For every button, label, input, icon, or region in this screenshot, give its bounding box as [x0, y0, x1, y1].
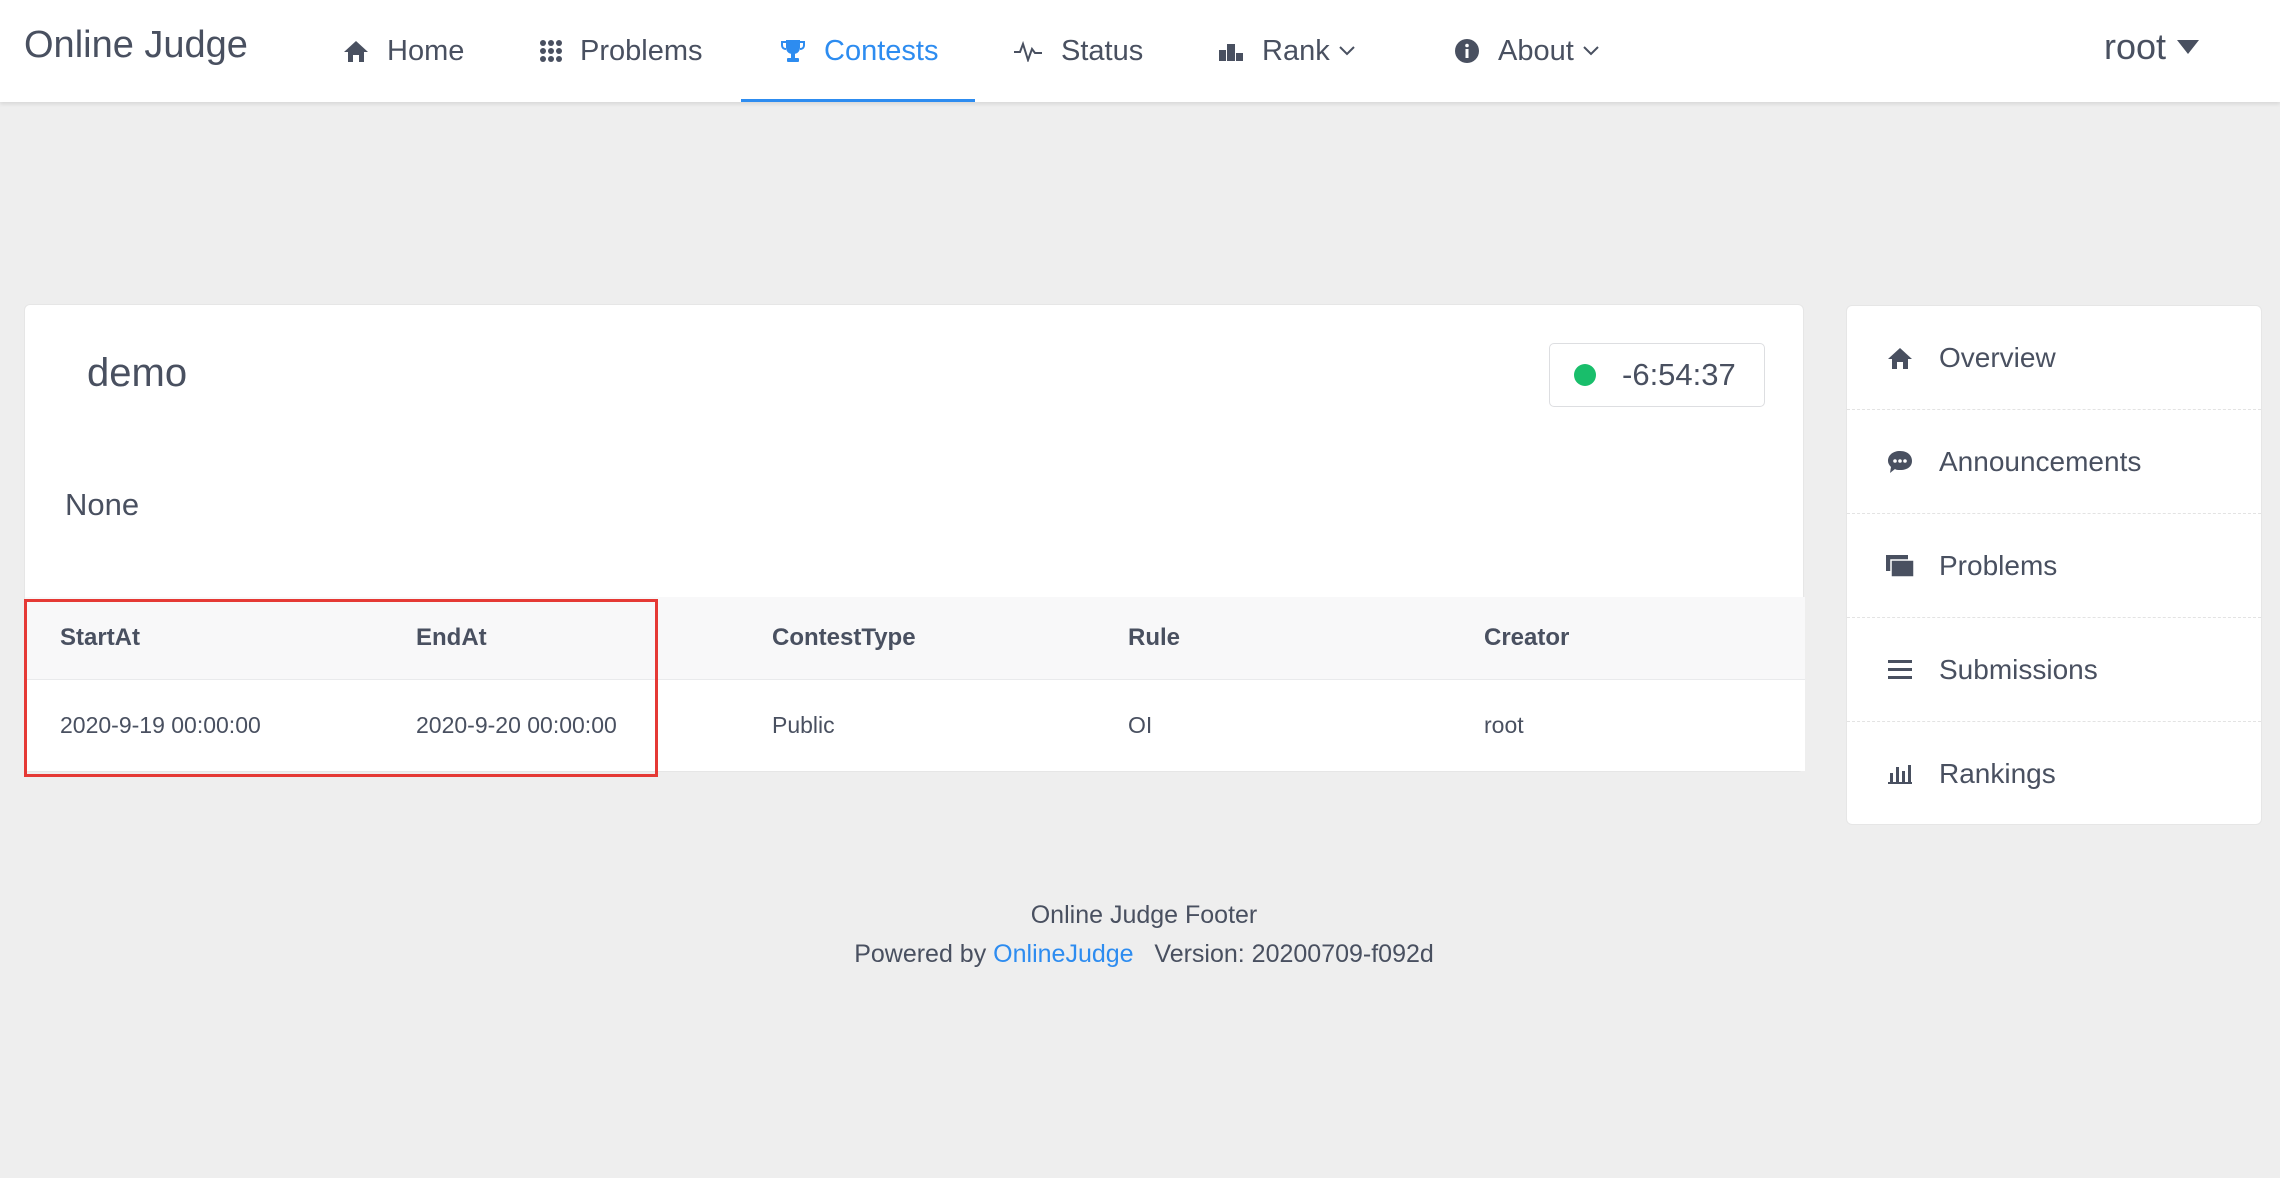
- header-creator: Creator: [1449, 597, 1805, 680]
- nav-rank-label: Rank: [1262, 34, 1330, 67]
- page-footer: Online Judge Footer Powered by OnlineJud…: [0, 896, 2280, 974]
- brand-title[interactable]: Online Judge: [24, 20, 248, 70]
- contest-side-menu: Overview Announcements Problems Submissi…: [1846, 305, 2262, 825]
- stacked-pages-icon: [1885, 554, 1915, 578]
- contest-info-table: StartAt EndAt ContestType Rule Creator 2…: [25, 597, 1805, 771]
- nav-rank[interactable]: Rank: [1218, 0, 1356, 102]
- nav-home-label: Home: [387, 34, 465, 67]
- home-icon: [343, 39, 369, 63]
- contest-card: demo -6:54:37 None StartAt EndAt Contest…: [24, 304, 1805, 772]
- footer-powered-by: Powered by: [854, 940, 987, 968]
- header-start-at: StartAt: [25, 597, 381, 680]
- caret-down-icon: [2176, 39, 2200, 55]
- nav-problems-label: Problems: [580, 34, 703, 67]
- podium-icon: [1218, 41, 1244, 61]
- nav-contests-label: Contests: [824, 34, 939, 67]
- nav-contests[interactable]: Contests: [780, 0, 938, 102]
- header-end-at: EndAt: [381, 597, 737, 680]
- cell-rule: OI: [1093, 679, 1449, 771]
- bar-chart-icon: [1885, 763, 1915, 785]
- nav-status[interactable]: Status: [1013, 0, 1143, 102]
- footer-title: Online Judge Footer: [1030, 901, 1258, 929]
- nav-about-label: About: [1498, 34, 1574, 67]
- status-dot: [1574, 364, 1596, 386]
- table-row: 2020-9-19 00:00:00 2020-9-20 00:00:00 Pu…: [25, 679, 1805, 771]
- footer-onlinejudge-link[interactable]: OnlineJudge: [993, 940, 1133, 968]
- contest-description: None: [65, 487, 140, 522]
- user-menu[interactable]: root: [2104, 22, 2200, 72]
- grid-icon: [540, 40, 562, 62]
- side-item-label: Overview: [1939, 341, 2056, 373]
- contest-title: demo: [87, 351, 188, 395]
- trophy-icon: [780, 38, 806, 64]
- active-tab-indicator: [741, 99, 975, 102]
- cell-start-at: 2020-9-19 00:00:00: [25, 679, 381, 771]
- chat-bubble-icon: [1885, 449, 1915, 475]
- username: root: [2104, 26, 2167, 67]
- header-contest-type: ContestType: [737, 597, 1093, 680]
- top-navbar: Online Judge Home Problems Contests Stat…: [0, 0, 2280, 102]
- nav-problems[interactable]: Problems: [540, 0, 703, 102]
- side-item-label: Announcements: [1939, 445, 2142, 477]
- home-icon: [1885, 346, 1915, 370]
- side-item-label: Rankings: [1939, 758, 2056, 789]
- nav-about[interactable]: About: [1454, 0, 1600, 102]
- footer-version: Version: 20200709-f092d: [1154, 940, 1434, 968]
- side-item-announcements[interactable]: Announcements: [1847, 410, 2261, 514]
- list-icon: [1885, 659, 1915, 681]
- side-item-problems[interactable]: Problems: [1847, 514, 2261, 618]
- side-item-label: Problems: [1939, 549, 2058, 581]
- side-item-overview[interactable]: Overview: [1847, 306, 2261, 410]
- cell-end-at: 2020-9-20 00:00:00: [381, 679, 737, 771]
- side-item-rankings[interactable]: Rankings: [1847, 722, 2261, 826]
- nav-home[interactable]: Home: [343, 0, 464, 102]
- pulse-icon: [1013, 40, 1043, 62]
- footer-powered-line: Powered by OnlineJudge Version: 20200709…: [0, 935, 2280, 974]
- nav-status-label: Status: [1061, 34, 1144, 67]
- table-header-row: StartAt EndAt ContestType Rule Creator: [25, 597, 1805, 680]
- side-item-submissions[interactable]: Submissions: [1847, 618, 2261, 722]
- countdown-timer: -6:54:37: [1549, 343, 1765, 407]
- cell-contest-type: Public: [737, 679, 1093, 771]
- info-icon: [1454, 38, 1480, 64]
- countdown-value: -6:54:37: [1622, 357, 1736, 392]
- chevron-down-icon: [1338, 45, 1356, 57]
- header-rule: Rule: [1093, 597, 1449, 680]
- side-item-label: Submissions: [1939, 653, 2098, 685]
- chevron-down-icon: [1582, 45, 1600, 57]
- cell-creator: root: [1449, 679, 1805, 771]
